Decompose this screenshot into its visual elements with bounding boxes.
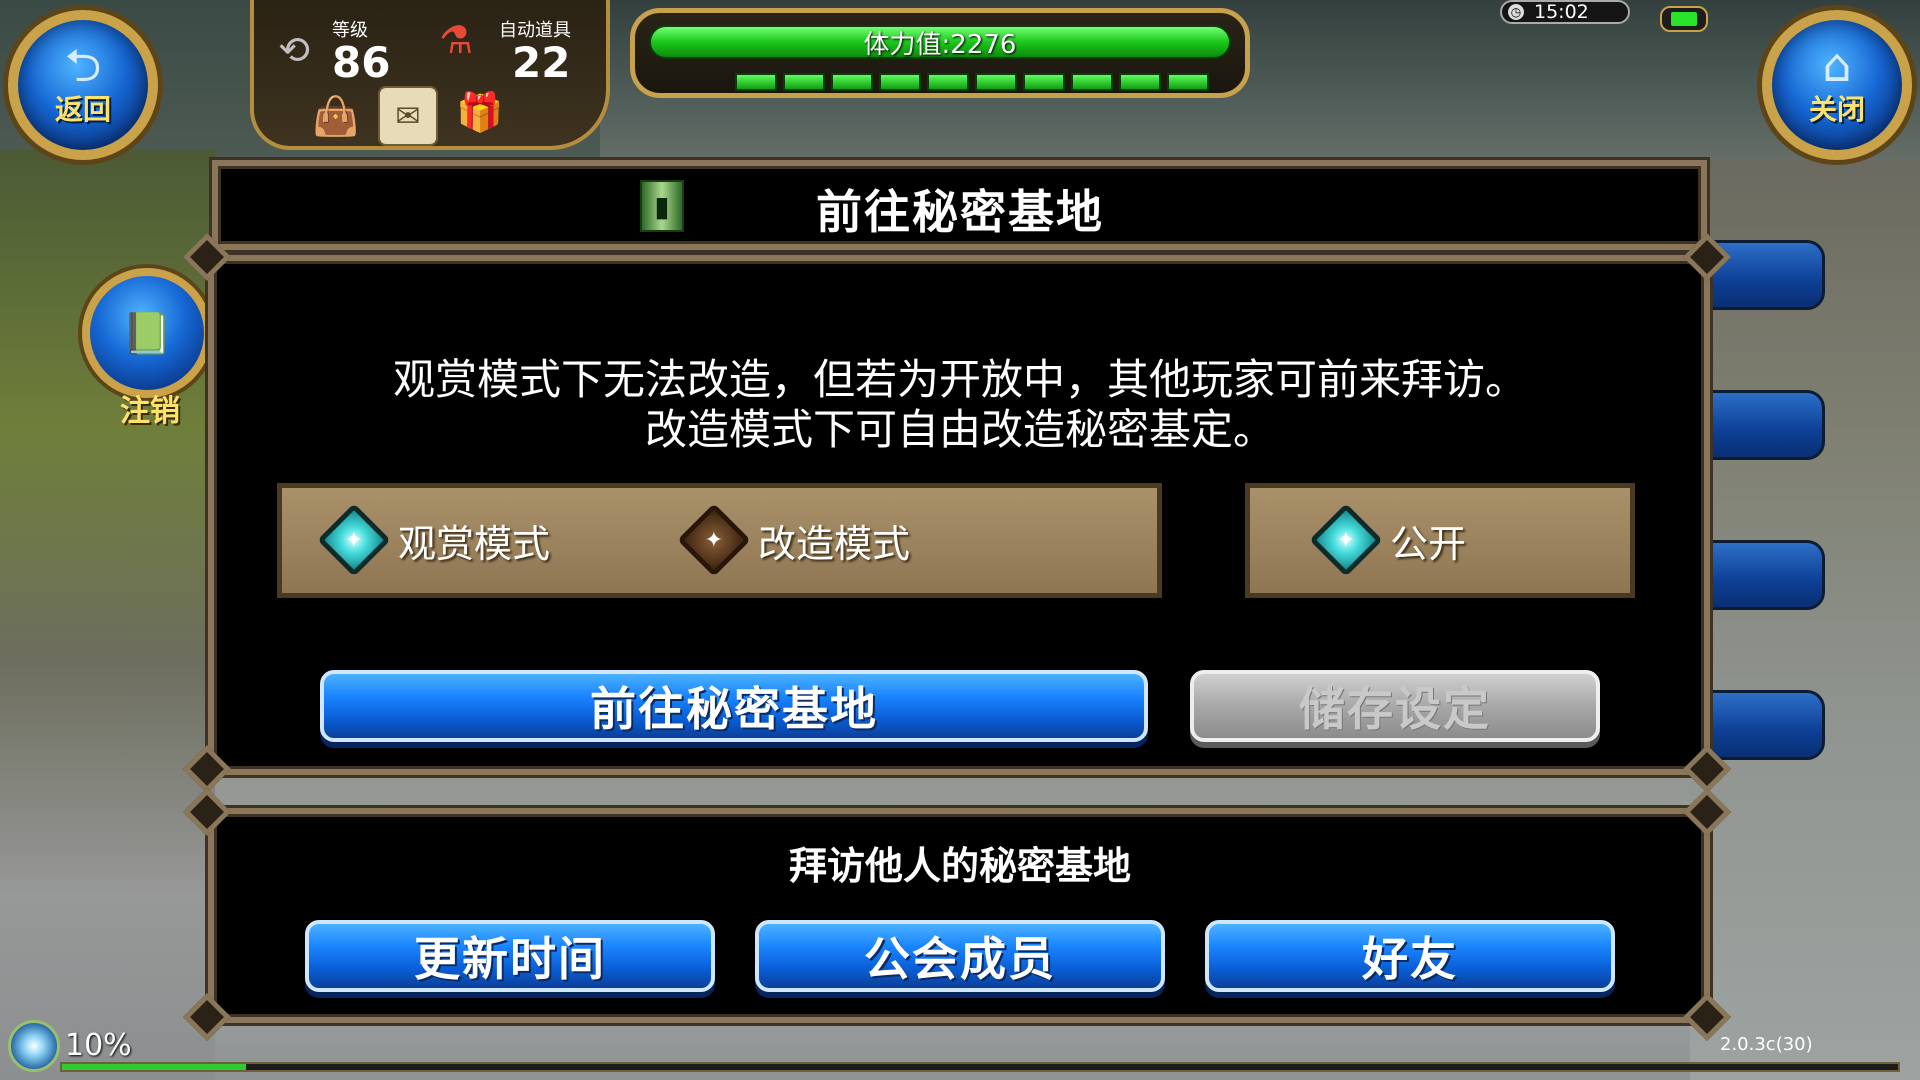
stamina-segment: [975, 73, 1017, 91]
close-button-label: 关闭: [1808, 93, 1865, 126]
view-mode-label: 观赏模式: [398, 521, 551, 566]
public-option[interactable]: ✦ 公开: [1309, 500, 1467, 580]
auto-item-value: 22: [512, 38, 571, 87]
book-icon: ▮: [640, 180, 684, 232]
save-settings-button[interactable]: 储存设定: [1190, 670, 1600, 742]
back-button[interactable]: ⮌ 返回: [8, 10, 158, 160]
stamina-segment: [879, 73, 921, 91]
guild-members-button[interactable]: 公会成员: [755, 920, 1165, 992]
stamina-segment: [783, 73, 825, 91]
stamina-bar: 体力值:2276: [649, 25, 1231, 60]
clock-time: 15:02: [1534, 1, 1589, 23]
potion-icon: ⚗: [438, 18, 474, 62]
dialog-description: 观赏模式下无法改造，但若为开放中，其他玩家可前来拜访。 改造模式下可自由改造秘密…: [260, 355, 1660, 455]
description-line: 改造模式下可自由改造秘密基定。: [644, 405, 1275, 454]
stamina-segment: [735, 73, 777, 91]
swirl-icon: ⟲: [278, 28, 310, 72]
description-line: 观赏模式下无法改造，但若为开放中，其他玩家可前来拜访。: [392, 355, 1527, 404]
stamina-segment: [1119, 73, 1161, 91]
experience-orb-icon: [8, 1020, 60, 1072]
friends-button[interactable]: 好友: [1205, 920, 1615, 992]
stamina-segment: [1167, 73, 1209, 91]
view-mode-option[interactable]: ✦ 观赏模式: [317, 500, 551, 580]
battery-icon: [1660, 6, 1708, 32]
logout-label: 注销: [120, 394, 180, 429]
player-stats-panel: 等级 86 自动道具 22 ⟲ ⚗ 👜 ✉ 🎁: [250, 0, 610, 150]
go-secret-base-button[interactable]: 前往秘密基地: [320, 670, 1148, 742]
unselected-diamond-icon: ✦: [677, 503, 751, 577]
visit-title: 拜访他人的秘密基地: [788, 844, 1131, 888]
close-button[interactable]: ⌂ 关闭: [1762, 10, 1912, 160]
stamina-panel: 体力值:2276: [630, 8, 1250, 98]
edit-mode-label: 改造模式: [758, 521, 911, 566]
side-tab[interactable]: [1700, 540, 1825, 610]
experience-percent: 10%: [65, 1028, 132, 1063]
selected-diamond-icon: ✦: [1309, 503, 1383, 577]
version-text: 2.0.3c(30): [1720, 1034, 1813, 1055]
book-icon: 📗: [122, 310, 172, 357]
edit-mode-option[interactable]: ✦ 改造模式: [677, 500, 911, 580]
bag-icon[interactable]: 👜: [306, 86, 366, 146]
experience-bar: [60, 1062, 1900, 1072]
mail-icon[interactable]: ✉: [378, 86, 438, 146]
side-tab[interactable]: [1700, 390, 1825, 460]
stamina-segments: [735, 73, 1209, 93]
selected-diamond-icon: ✦: [317, 503, 391, 577]
dialog-title: 前往秘密基地: [816, 185, 1104, 239]
return-arrow-icon: ⮌: [64, 38, 102, 92]
home-icon: ⌂: [1822, 38, 1852, 92]
update-time-button[interactable]: 更新时间: [305, 920, 715, 992]
experience-bar-fill: [62, 1064, 246, 1070]
gift-icon[interactable]: 🎁: [450, 82, 510, 142]
stamina-text: 体力值:2276: [863, 29, 1017, 60]
clock: ◷ 15:02: [1500, 0, 1630, 24]
stamina-segment: [927, 73, 969, 91]
stamina-segment: [1071, 73, 1113, 91]
stamina-segment: [831, 73, 873, 91]
logout-button[interactable]: 📗 注销: [82, 268, 212, 429]
stamina-segment: [1023, 73, 1065, 91]
back-button-label: 返回: [54, 93, 111, 126]
level-value: 86: [332, 38, 391, 87]
side-tab[interactable]: [1700, 690, 1825, 760]
public-label: 公开: [1390, 521, 1467, 566]
clock-icon: ◷: [1508, 4, 1524, 20]
